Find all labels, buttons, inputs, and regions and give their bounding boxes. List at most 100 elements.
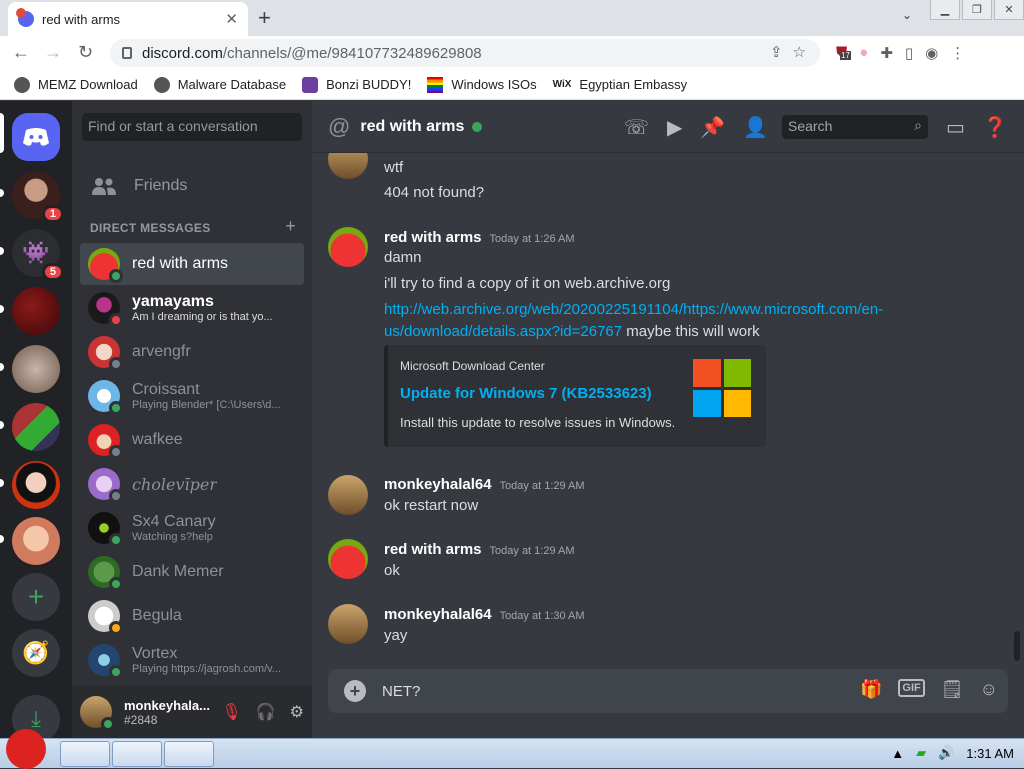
browser-tab[interactable]: red with arms ✕: [8, 2, 248, 36]
dm-item-vortex[interactable]: Vortex Playing https://jagrosh.com/v...: [80, 639, 304, 681]
message-input[interactable]: NET?: [382, 683, 420, 700]
address-bar[interactable]: discord.com/channels/@me/984107732489629…: [110, 39, 820, 67]
restore-button[interactable]: ❐: [962, 0, 992, 20]
clock[interactable]: 1:31 AM: [966, 746, 1014, 761]
discord-home-icon[interactable]: [12, 113, 60, 161]
taskbar-info-icon[interactable]: [164, 741, 214, 767]
start-button-angry-bird-icon[interactable]: [6, 729, 46, 769]
close-tab-icon[interactable]: ✕: [225, 10, 238, 28]
tab-search-chevron-icon[interactable]: ⌄: [902, 8, 912, 22]
headphones-icon[interactable]: 🎧: [256, 702, 276, 722]
dm-item-sx4-canary[interactable]: Sx4 Canary Watching s?help: [80, 507, 304, 549]
sticker-icon[interactable]: 🗒: [941, 679, 964, 700]
taskbar-explorer-icon[interactable]: [60, 741, 110, 767]
offline-status-icon: [109, 489, 123, 503]
voice-call-icon[interactable]: ☏: [624, 115, 649, 140]
server-icon-girl[interactable]: [12, 517, 60, 565]
bookmark-windows-isos[interactable]: Windows ISOs: [427, 76, 537, 93]
author-avatar[interactable]: [328, 227, 368, 267]
dnd-status-icon: [109, 313, 123, 327]
add-friend-to-dm-icon[interactable]: 👤: [743, 115, 768, 140]
dm-item-croissant[interactable]: Croissant Playing Blender* [C:\Users\d...: [80, 375, 304, 417]
dm-item-wafkee[interactable]: wafkee: [80, 419, 304, 461]
create-dm-plus-icon[interactable]: +: [285, 216, 296, 237]
side-panel-icon[interactable]: ▯: [905, 44, 913, 62]
avatar: [88, 336, 123, 371]
gif-button[interactable]: GIF: [898, 679, 925, 697]
server-icon-anime[interactable]: [12, 461, 60, 509]
new-tab-button[interactable]: +: [258, 5, 271, 31]
embed-title[interactable]: Update for Windows 7 (KB2533623): [400, 385, 652, 402]
help-icon[interactable]: ❓: [983, 115, 1008, 140]
dm-item-dank-memer[interactable]: Dank Memer: [80, 551, 304, 593]
dm-search-input[interactable]: Find or start a conversation: [82, 113, 302, 141]
avatar: [88, 600, 123, 635]
author-avatar[interactable]: [328, 153, 368, 179]
volume-icon[interactable]: 🔊: [938, 745, 954, 761]
forward-arrow-icon[interactable]: →: [44, 42, 62, 63]
chat-search-input[interactable]: Search ⌕: [782, 115, 928, 139]
unread-pill: [0, 189, 4, 197]
video-call-icon[interactable]: ▶: [667, 115, 682, 140]
bookmark-star-icon[interactable]: ☆: [793, 43, 806, 61]
reload-icon[interactable]: ↻: [78, 42, 93, 63]
taskbar-chrome-icon[interactable]: [112, 741, 162, 767]
user-settings-gear-icon[interactable]: ⚙: [290, 702, 304, 722]
author-avatar[interactable]: [328, 604, 368, 644]
message-text: 404 not found?: [384, 184, 485, 201]
avatar: [88, 468, 123, 503]
message-author[interactable]: red with arms: [384, 229, 482, 246]
system-tray: ▲ ▰ 🔊 1:31 AM: [891, 745, 1014, 761]
author-avatar[interactable]: [328, 539, 368, 579]
close-window-button[interactable]: ✕: [994, 0, 1024, 20]
server-icon-green[interactable]: [12, 403, 60, 451]
online-status-icon: [109, 577, 123, 591]
pinned-messages-icon[interactable]: 📌: [700, 115, 725, 140]
dm-notification-avatar[interactable]: 1: [12, 171, 64, 223]
dm-item-arvengfr[interactable]: arvengfr: [80, 331, 304, 373]
bookmark-egyptian-embassy[interactable]: WiX Egyptian Embassy: [553, 77, 687, 92]
offline-status-icon: [109, 445, 123, 459]
url-path: /channels/@me/984107732489629808: [222, 44, 482, 62]
bookmark-bonzi-buddy[interactable]: Bonzi BUDDY!: [302, 76, 411, 93]
upload-plus-icon[interactable]: +: [344, 680, 366, 702]
network-icon[interactable]: ▰: [916, 745, 926, 761]
archive-link-line-2[interactable]: us/download/details.aspx?id=26767: [384, 323, 622, 340]
dm-item-yamayams[interactable]: yamayams Am I dreaming or is that yo...: [80, 287, 304, 329]
online-status-icon: [472, 121, 483, 132]
gift-icon[interactable]: 🎁: [860, 679, 882, 700]
mute-mic-icon[interactable]: 🎙: [221, 702, 241, 722]
server-icon-bot[interactable]: 👾 5: [12, 229, 64, 281]
bookmark-malware-database[interactable]: Malware Database: [153, 76, 286, 93]
emoji-icon[interactable]: ☺: [980, 679, 998, 700]
extension-shield-icon[interactable]: ⛊17: [836, 44, 851, 62]
message-author[interactable]: monkeyhalal64: [384, 476, 492, 493]
server-icon-red[interactable]: [12, 287, 60, 335]
chrome-menu-icon[interactable]: ⋮: [950, 44, 965, 62]
message-author[interactable]: red with arms: [384, 541, 482, 558]
minimize-button[interactable]: ▁: [930, 0, 960, 20]
back-arrow-icon[interactable]: ←: [12, 42, 30, 63]
user-avatar[interactable]: [80, 696, 115, 731]
server-icon-cat[interactable]: [12, 345, 60, 393]
bookmark-memz[interactable]: MEMZ Download: [14, 76, 138, 93]
author-avatar[interactable]: [328, 475, 368, 515]
friends-nav-item[interactable]: Friends: [80, 165, 304, 207]
add-server-icon[interactable]: +: [12, 573, 60, 621]
explore-compass-icon[interactable]: 🧭: [12, 629, 60, 677]
inbox-icon[interactable]: ▭: [946, 115, 965, 140]
share-icon[interactable]: ⇪: [770, 43, 783, 61]
archive-link-line-1[interactable]: http://web.archive.org/web/2020022519110…: [384, 301, 883, 318]
dm-item-choleviper[interactable]: cholevīper: [80, 463, 304, 505]
dm-sidebar: Find or start a conversation Friends DIR…: [72, 101, 312, 738]
message-author[interactable]: monkeyhalal64: [384, 606, 492, 623]
dm-item-begula[interactable]: Begula: [80, 595, 304, 637]
profile-avatar-icon[interactable]: ◉: [925, 44, 938, 62]
message-composer[interactable]: + NET? 🎁 GIF 🗒 ☺: [328, 669, 1008, 713]
message-scrollbar[interactable]: [1014, 631, 1020, 661]
tray-arrow-icon[interactable]: ▲: [891, 746, 904, 761]
extension-flag-icon[interactable]: ●: [859, 44, 868, 62]
dm-item-red-with-arms[interactable]: red with arms: [80, 243, 304, 285]
extensions-puzzle-icon[interactable]: ✚: [880, 44, 893, 62]
message-timestamp: Today at 1:29 AM: [499, 480, 585, 492]
